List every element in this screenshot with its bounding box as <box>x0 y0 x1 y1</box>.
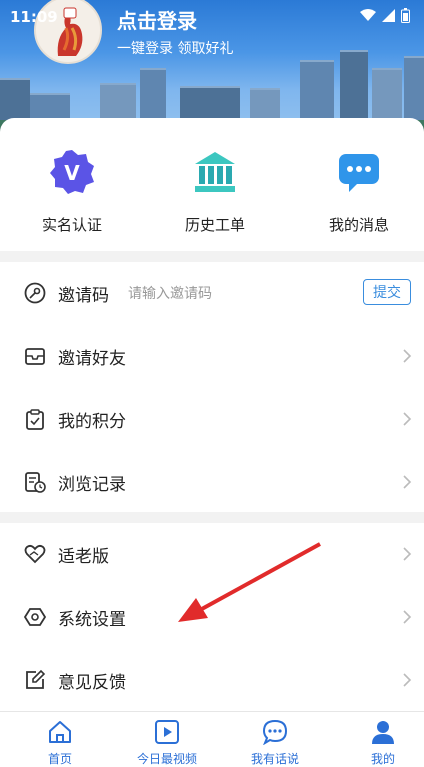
tab-mine[interactable]: 我的 <box>330 712 424 767</box>
tab-videos[interactable]: 今日最视频 <box>114 712 220 767</box>
chevron-right-icon <box>403 475 412 489</box>
history-clock-icon <box>25 472 46 493</box>
menu-label: 邀请好友 <box>58 348 126 369</box>
battery-icon <box>401 8 410 23</box>
inbox-icon <box>25 348 45 365</box>
menu-item-history[interactable]: 浏览记录 <box>0 451 424 513</box>
menu-label: 系统设置 <box>58 609 126 630</box>
invite-code-label: 邀请码 <box>58 285 109 306</box>
menu-section-account: 邀请码 请输入邀请码 提交 邀请好友 我的积分 浏览记录 <box>0 262 424 512</box>
tab-speak[interactable]: 我有话说 <box>222 712 328 767</box>
home-icon <box>49 721 71 743</box>
quick-item-history[interactable]: 历史工单 <box>165 148 265 235</box>
status-icons <box>360 8 410 23</box>
key-icon <box>24 282 46 304</box>
quick-label: 历史工单 <box>184 216 245 234</box>
login-title[interactable]: 点击登录 <box>117 5 197 34</box>
chevron-right-icon <box>403 673 412 687</box>
heart-hands-icon <box>24 544 46 564</box>
menu-label: 适老版 <box>58 546 109 567</box>
quick-label: 我的消息 <box>328 216 389 234</box>
tab-label: 我有话说 <box>250 752 299 766</box>
verified-v-icon: V <box>50 150 94 194</box>
settings-hexagon-icon <box>24 608 46 626</box>
quick-item-verify[interactable]: V 实名认证 <box>22 148 122 235</box>
signal-icon <box>382 9 395 22</box>
tab-label: 首页 <box>47 752 72 766</box>
invite-code-row: 邀请码 请输入邀请码 提交 <box>0 262 424 324</box>
video-play-icon <box>155 720 179 744</box>
menu-item-feedback[interactable]: 意见反馈 <box>0 649 424 711</box>
submit-button[interactable]: 提交 <box>363 279 411 305</box>
chevron-right-icon <box>403 547 412 561</box>
menu-label: 浏览记录 <box>58 474 126 495</box>
menu-item-elder-mode[interactable]: 适老版 <box>0 523 424 585</box>
menu-section-settings: 适老版 系统设置 意见反馈 <box>0 523 424 711</box>
wifi-icon <box>360 9 376 21</box>
menu-item-invite-friends[interactable]: 邀请好友 <box>0 325 424 387</box>
menu-label: 意见反馈 <box>58 672 126 693</box>
quick-item-messages[interactable]: 我的消息 <box>309 148 409 235</box>
chevron-right-icon <box>403 412 412 426</box>
menu-item-system-settings[interactable]: 系统设置 <box>0 586 424 648</box>
tab-home[interactable]: 首页 <box>7 712 113 767</box>
menu-item-my-points[interactable]: 我的积分 <box>0 388 424 450</box>
chevron-right-icon <box>403 610 412 624</box>
message-bubble-icon <box>339 154 379 192</box>
quick-label: 实名认证 <box>41 216 102 234</box>
chat-bubble-icon <box>262 719 288 746</box>
tab-label: 今日最视频 <box>136 752 197 766</box>
bank-building-icon <box>195 152 235 192</box>
user-icon <box>372 721 394 744</box>
svg-text:V: V <box>64 161 80 185</box>
bottom-tab-bar: 首页 今日最视频 我有话说 我的 <box>0 711 424 767</box>
login-subtitle[interactable]: 一键登录 领取好礼 <box>117 38 233 58</box>
chevron-right-icon <box>403 349 412 363</box>
edit-pencil-icon <box>26 669 46 689</box>
menu-label: 我的积分 <box>58 411 126 432</box>
status-time: 11:09 <box>10 8 58 26</box>
tab-label: 我的 <box>370 752 395 766</box>
invite-code-input[interactable]: 请输入邀请码 <box>128 283 212 303</box>
clipboard-check-icon <box>26 409 44 430</box>
